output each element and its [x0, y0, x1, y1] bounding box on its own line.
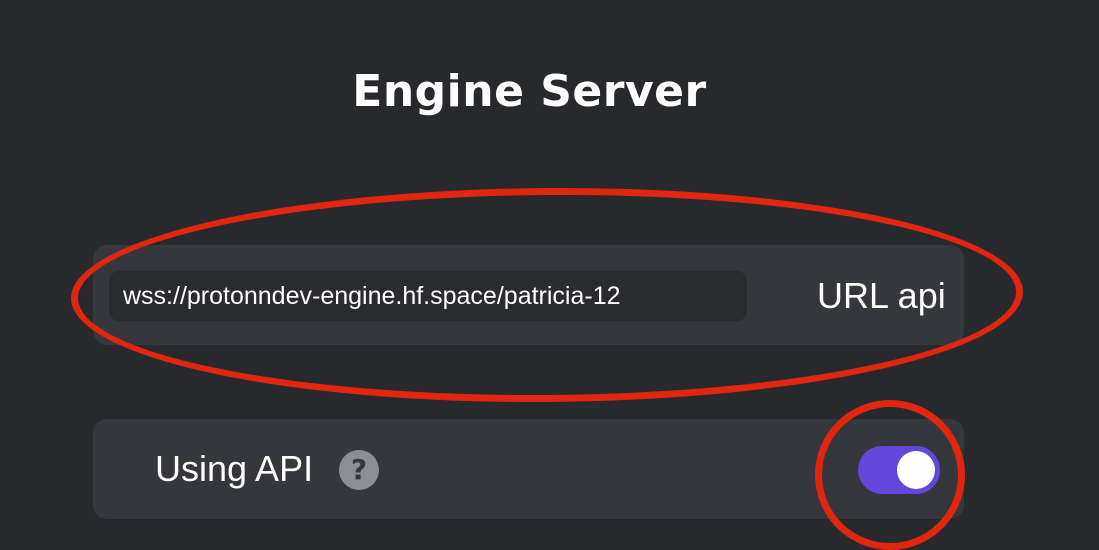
- using-api-toggle[interactable]: [858, 446, 940, 494]
- engine-url-label: URL api: [817, 275, 946, 316]
- using-api-label: Using API: [155, 448, 314, 489]
- question-circle-icon[interactable]: ?: [339, 450, 379, 490]
- toggle-knob: [897, 451, 935, 489]
- page-title: Engine Server: [352, 66, 707, 117]
- engine-url-input[interactable]: [109, 271, 747, 321]
- engine-url-row: URL api: [93, 245, 964, 345]
- using-api-row: Using API ?: [93, 419, 964, 519]
